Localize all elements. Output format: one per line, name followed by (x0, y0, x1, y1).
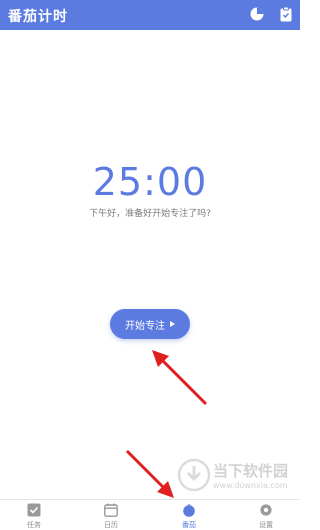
start-focus-label: 开始专注 (125, 320, 165, 332)
timer-display: 25:00 (92, 160, 208, 204)
bottom-tab-bar: 任务 日历 番茄 设置 (0, 499, 300, 530)
arrow-to-tomato-tab (125, 449, 174, 498)
annotation-arrows (125, 350, 208, 498)
pie-chart-icon[interactable] (249, 6, 265, 22)
tab-calendar[interactable]: 日历 (86, 503, 136, 530)
app-title: 番茄计时 (8, 9, 68, 25)
app-bar: 番茄计时 (0, 0, 300, 30)
play-icon (170, 321, 175, 327)
start-focus-button[interactable]: 开始专注 (110, 309, 190, 339)
checkbox-icon (27, 503, 41, 517)
calendar-icon (104, 503, 118, 517)
tomato-icon (183, 504, 195, 517)
tab-settings[interactable]: 设置 (241, 503, 291, 530)
watermark-title: 当下软件园 (213, 462, 289, 480)
tab-tomato[interactable]: 番茄 (164, 503, 214, 530)
tab-tasks[interactable]: 任务 (9, 503, 59, 530)
arrow-to-start-button (152, 350, 208, 406)
watermark-url: www.downxia.com (213, 481, 288, 490)
watermark: 当下软件园 www.downxia.com (175, 456, 299, 496)
clipboard-icon[interactable] (278, 6, 294, 22)
watermark-logo-icon (177, 458, 211, 492)
greeting-text: 下午好，准备好开始专注了吗? (89, 209, 211, 219)
settings-icon (260, 504, 272, 516)
